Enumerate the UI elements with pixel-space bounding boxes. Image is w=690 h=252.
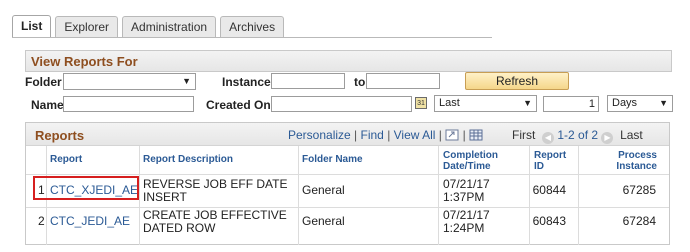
view-reports-title: View Reports For <box>31 54 138 69</box>
find-link[interactable]: Find <box>361 128 384 142</box>
download-icon[interactable] <box>469 129 483 141</box>
report-id: 60843 <box>532 214 566 228</box>
tab-list[interactable]: List <box>12 15 52 38</box>
col-process-line1: Process <box>618 150 657 161</box>
personalize-link[interactable]: Personalize <box>288 128 351 142</box>
created-on-label: Created On <box>206 98 271 112</box>
folder-select[interactable]: ▼ <box>63 73 196 90</box>
row-number: 2 <box>38 214 45 228</box>
instance-label: Instance <box>222 75 271 89</box>
refresh-button[interactable]: Refresh <box>465 72 569 90</box>
range-unit-value: Days <box>612 97 638 109</box>
range-select[interactable]: Last ▼ <box>434 95 537 112</box>
process-instance: 67284 <box>622 214 656 228</box>
tab-divider <box>12 37 492 38</box>
highlight-box <box>33 176 139 200</box>
tab-administration[interactable]: Administration <box>122 16 217 37</box>
col-completion-line2: Date/Time <box>443 161 491 172</box>
row-divider <box>26 174 669 175</box>
view-reports-header: View Reports For <box>25 50 672 72</box>
column-divider <box>438 146 439 245</box>
col-folder-header[interactable]: Folder Name <box>302 154 363 182</box>
grid-navigation: First ◀ 1-2 of 2 ▶ Last <box>512 128 643 144</box>
column-divider <box>298 146 299 245</box>
row-divider <box>26 207 669 208</box>
range-unit-select[interactable]: Days ▼ <box>607 95 673 112</box>
reports-title: Reports <box>35 128 85 143</box>
column-divider <box>139 146 140 245</box>
tab-explorer[interactable]: Explorer <box>55 16 119 37</box>
chevron-down-icon: ▼ <box>182 76 191 86</box>
report-description-line2: DATED ROW <box>143 221 216 235</box>
folder-name: General <box>302 214 345 228</box>
report-link[interactable]: CTC_JEDI_AE <box>50 215 130 228</box>
col-completion-line1: Completion <box>443 150 498 161</box>
chevron-down-icon: ▼ <box>659 98 668 108</box>
range-count-input[interactable]: 1 <box>543 96 599 112</box>
grid-links: Personalize | Find | View All | | <box>288 128 483 142</box>
instance-to-input[interactable] <box>366 73 440 89</box>
column-divider <box>529 146 530 245</box>
tab-archives[interactable]: Archives <box>220 16 285 37</box>
reports-grid: Reports Personalize | Find | View All | … <box>25 122 670 245</box>
col-report-id-line1: Report <box>534 150 567 161</box>
completion-time: 1:24PM <box>443 221 485 235</box>
first-link[interactable]: First <box>512 128 535 142</box>
previous-icon[interactable]: ◀ <box>542 132 554 144</box>
last-link[interactable]: Last <box>620 128 643 142</box>
to-label: to <box>354 75 366 89</box>
next-icon[interactable]: ▶ <box>601 132 614 144</box>
completion-time: 1:37PM <box>443 190 485 204</box>
created-on-input[interactable] <box>271 96 412 112</box>
report-description-line2: INSERT <box>143 190 187 204</box>
folder-label: Folder <box>25 75 62 89</box>
report-id: 60844 <box>532 183 566 197</box>
col-process-line2: Instance <box>616 161 657 172</box>
name-input[interactable] <box>63 96 194 112</box>
chevron-down-icon: ▼ <box>523 98 532 108</box>
col-report-id-line2: ID <box>534 161 544 172</box>
column-divider <box>578 146 579 245</box>
reports-grid-header: Reports Personalize | Find | View All | … <box>26 123 669 146</box>
range-select-value: Last <box>439 97 460 109</box>
instance-from-input[interactable] <box>271 73 345 89</box>
folder-name: General <box>302 183 345 197</box>
nav-range: 1-2 of 2 <box>557 128 599 142</box>
calendar-icon[interactable]: 31 <box>415 97 427 109</box>
tab-bar: List Explorer Administration Archives <box>12 15 288 38</box>
view-all-link[interactable]: View All <box>394 128 436 142</box>
zoom-icon[interactable] <box>445 129 459 141</box>
name-label: Name <box>31 98 64 112</box>
process-instance: 67285 <box>622 183 656 197</box>
